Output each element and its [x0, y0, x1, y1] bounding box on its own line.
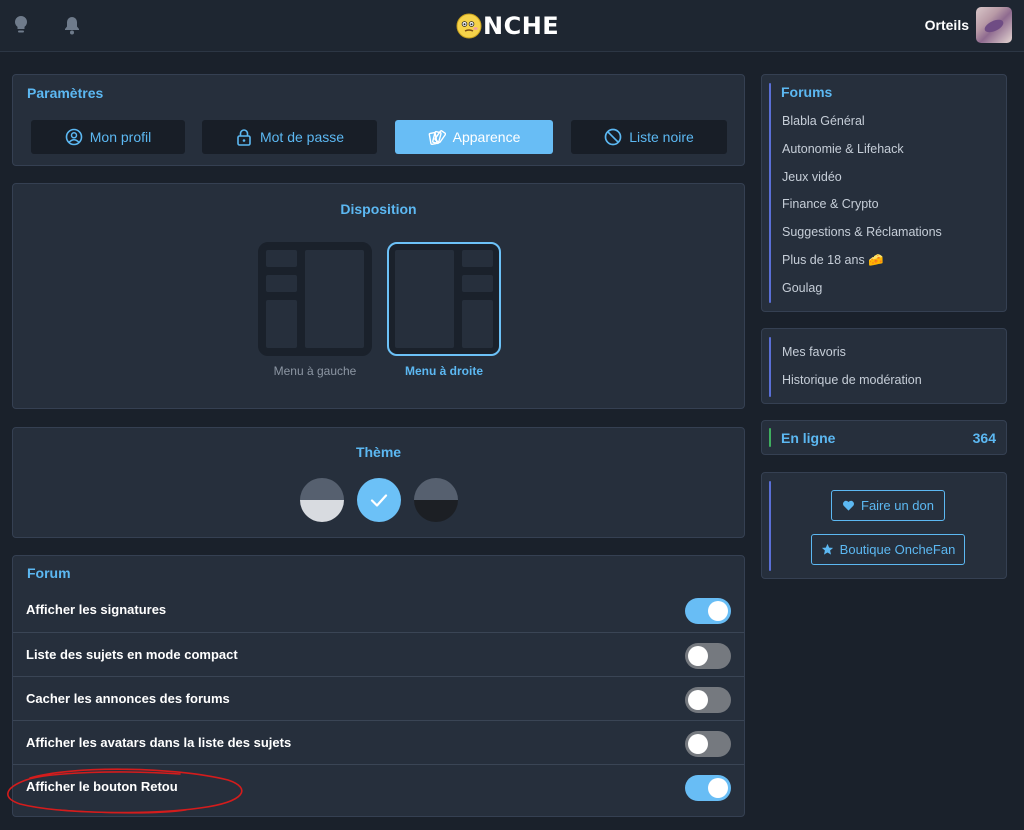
- layout-left-option[interactable]: [258, 242, 372, 356]
- online-accent-line: [769, 428, 771, 447]
- check-icon: [370, 494, 388, 507]
- theme-panel: Thème: [12, 427, 745, 538]
- forum-title: Forum: [27, 565, 71, 581]
- forums-heading[interactable]: Forums: [781, 84, 832, 100]
- username[interactable]: Orteils: [925, 17, 969, 33]
- bell-icon[interactable]: [63, 15, 81, 35]
- accent-line: [769, 337, 771, 397]
- row-label: Afficher les signatures: [26, 602, 167, 617]
- theme-blue-option[interactable]: [357, 478, 401, 522]
- user-circle-icon: [65, 128, 83, 146]
- forum-row-compact: Liste des sujets en mode compact: [13, 632, 744, 676]
- red-annotation-ellipse: [7, 768, 243, 814]
- lightbulb-icon[interactable]: [12, 15, 30, 35]
- favorites-link[interactable]: Mes favoris: [782, 345, 846, 359]
- toggle-announcements[interactable]: [685, 687, 731, 713]
- top-bar: NCHE Orteils: [0, 0, 1024, 52]
- forum-link-blabla[interactable]: Blabla Général: [782, 114, 865, 128]
- forum-link-suggestions[interactable]: Suggestions & Réclamations: [782, 225, 942, 239]
- toggle-back-button[interactable]: [685, 775, 731, 801]
- forum-link-finance[interactable]: Finance & Crypto: [782, 197, 879, 211]
- online-label: En ligne: [781, 430, 836, 446]
- layout-right-option[interactable]: [387, 242, 501, 356]
- forums-panel: Forums Blabla Général Autonomie & Lifeha…: [761, 74, 1007, 312]
- toggle-compact[interactable]: [685, 643, 731, 669]
- forum-row-signatures: Afficher les signatures: [13, 588, 744, 632]
- row-label: Liste des sujets en mode compact: [26, 647, 238, 662]
- layout-title: Disposition: [340, 201, 417, 217]
- shop-button[interactable]: Boutique OncheFan: [811, 534, 965, 565]
- ban-icon: [604, 128, 622, 146]
- accent-line: [769, 481, 771, 571]
- site-logo[interactable]: NCHE: [456, 12, 559, 40]
- forum-link-goulag[interactable]: Goulag: [782, 281, 822, 295]
- forum-link-jeux-video[interactable]: Jeux vidéo: [782, 170, 842, 184]
- blacklist-button[interactable]: Liste noire: [571, 120, 727, 154]
- row-label: Cacher les annonces des forums: [26, 691, 230, 706]
- toggle-signatures[interactable]: [685, 598, 731, 624]
- lock-icon: [237, 129, 251, 146]
- settings-panel: Paramètres Mon profil Mot de passe Appar…: [12, 74, 745, 166]
- forum-link-18-plus[interactable]: Plus de 18 ans 🧀: [782, 253, 884, 268]
- layout-panel: Disposition Menu à gauche Menu à droite: [12, 183, 745, 409]
- online-count: 364: [972, 430, 996, 446]
- theme-dark-option[interactable]: [414, 478, 458, 522]
- swatches-icon: [428, 130, 446, 145]
- appearance-button[interactable]: Apparence: [395, 120, 553, 154]
- theme-light-option[interactable]: [300, 478, 344, 522]
- layout-right-label: Menu à droite: [404, 364, 483, 378]
- heart-icon: [843, 500, 854, 511]
- forum-row-avatars: Afficher les avatars dans la liste des s…: [13, 720, 744, 764]
- password-button[interactable]: Mot de passe: [202, 120, 377, 154]
- donate-button[interactable]: Faire un don: [831, 490, 945, 521]
- donate-button-label: Faire un don: [861, 498, 934, 513]
- shop-button-label: Boutique OncheFan: [839, 542, 956, 557]
- forum-link-autonomie[interactable]: Autonomie & Lifehack: [782, 142, 904, 156]
- moderation-history-link[interactable]: Historique de modération: [782, 373, 922, 387]
- star-icon: [821, 543, 833, 555]
- support-panel: Faire un don Boutique OncheFan: [761, 472, 1007, 579]
- accent-line: [769, 83, 771, 303]
- settings-title: Paramètres: [27, 85, 104, 101]
- avatar[interactable]: [976, 7, 1012, 43]
- row-label: Afficher les avatars dans la liste des s…: [26, 735, 292, 750]
- onche-face-icon: [456, 13, 482, 39]
- user-links-panel: Mes favoris Historique de modération: [761, 328, 1007, 404]
- blacklist-button-label: Liste noire: [629, 129, 694, 145]
- password-button-label: Mot de passe: [259, 129, 345, 145]
- profile-button-label: Mon profil: [89, 129, 152, 145]
- user-menu[interactable]: Orteils: [925, 7, 1012, 43]
- logo-text: NCHE: [483, 12, 560, 40]
- theme-title: Thème: [355, 444, 402, 460]
- forum-row-announcements: Cacher les annonces des forums: [13, 676, 744, 720]
- profile-button[interactable]: Mon profil: [31, 120, 185, 154]
- toggle-avatars[interactable]: [685, 731, 731, 757]
- online-panel: En ligne 364: [761, 420, 1007, 455]
- appearance-button-label: Apparence: [452, 129, 521, 145]
- layout-left-label: Menu à gauche: [273, 364, 357, 378]
